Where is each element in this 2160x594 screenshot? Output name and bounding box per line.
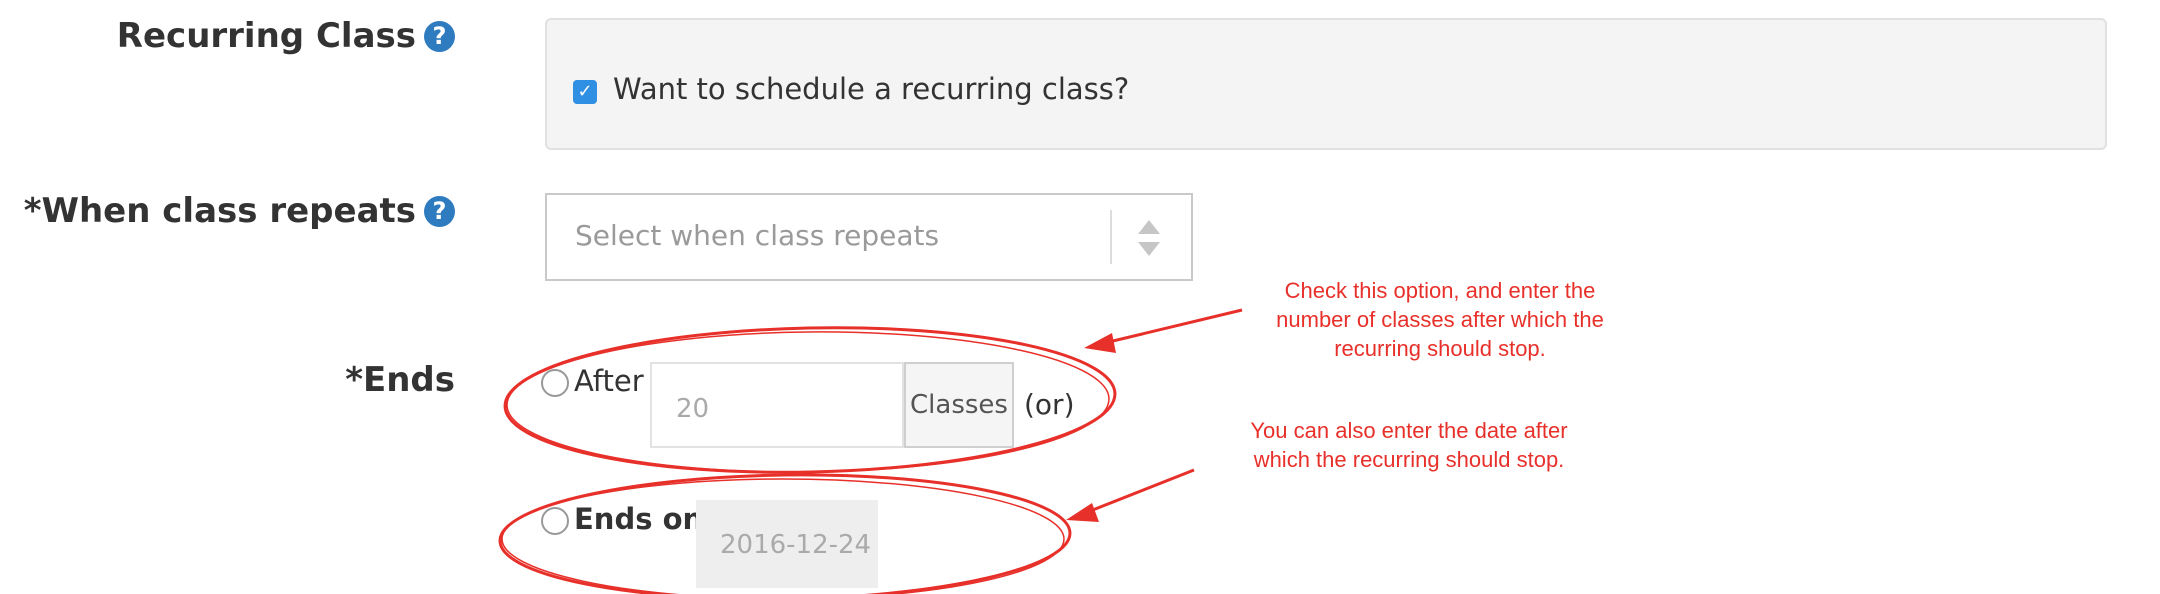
ends-on-arrow-line [1074, 468, 1195, 519]
ends-on-date-input[interactable]: 2016-12-24 [696, 500, 878, 588]
ends-after-count-input[interactable]: 20 [650, 362, 904, 448]
recurring-class-checkbox-label[interactable]: Want to schedule a recurring class? [613, 72, 1129, 106]
repeats-select-placeholder[interactable]: Select when class repeats [575, 219, 939, 252]
after-arrowhead [1084, 333, 1116, 353]
help-icon[interactable]: ? [424, 196, 455, 227]
help-icon[interactable]: ? [424, 21, 455, 52]
ends-label: *Ends [345, 360, 455, 400]
classes-addon: Classes [904, 362, 1014, 448]
recurring-class-row-label: Recurring Class? [117, 16, 455, 56]
ends-after-label[interactable]: After [574, 364, 644, 398]
when-class-repeats-label: *When class repeats [23, 191, 416, 231]
ends-on-note: You can also enter the date after which … [1250, 418, 1568, 472]
when-class-repeats-row-label: *When class repeats? [24, 191, 455, 231]
recurring-class-checkbox[interactable]: ✓ [573, 80, 597, 104]
select-arrows-icon[interactable] [1136, 218, 1162, 258]
recurring-class-label: Recurring Class [116, 16, 416, 56]
ends-on-radio[interactable] [541, 507, 569, 535]
after-option-note: Check this option, and enter the number … [1276, 278, 1604, 361]
select-divider [1110, 210, 1112, 264]
or-text: (or) [1024, 388, 1075, 421]
ends-on-label[interactable]: Ends on [574, 502, 703, 536]
ends-after-radio[interactable] [541, 369, 569, 397]
ends-on-arrowhead [1066, 503, 1099, 522]
after-arrow-line [1091, 308, 1243, 348]
